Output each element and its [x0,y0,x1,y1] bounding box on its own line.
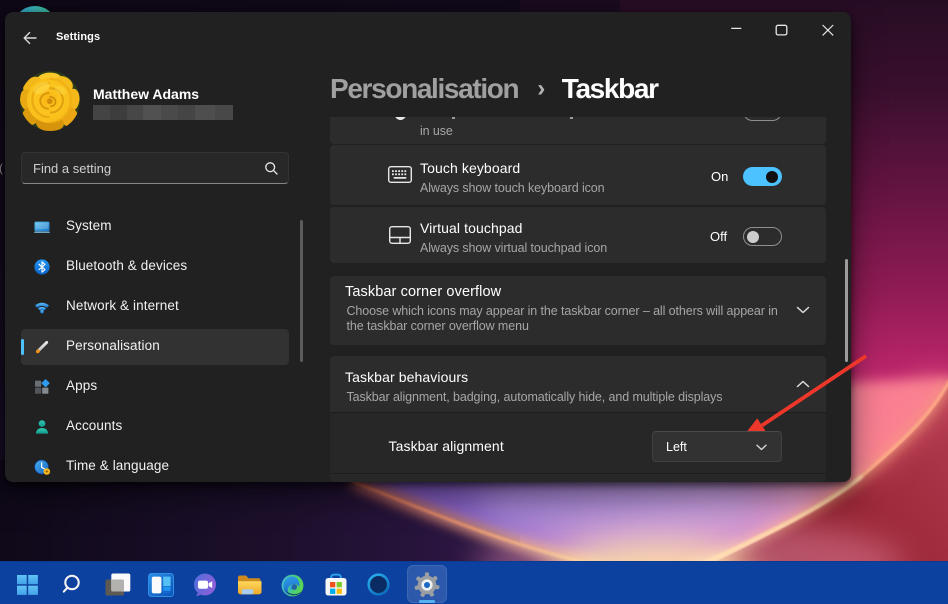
svg-text:(: ( [0,161,3,175]
